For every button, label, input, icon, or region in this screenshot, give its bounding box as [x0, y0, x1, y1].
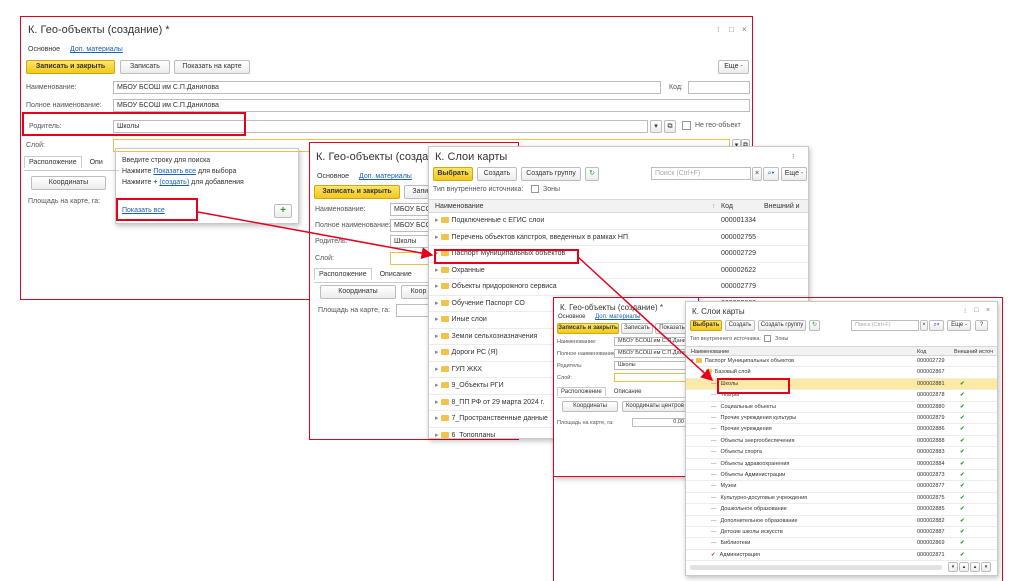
arrow-to-schools: [577, 256, 714, 382]
arrow-to-passport: [197, 211, 434, 260]
annotation-arrows: [197, 211, 714, 382]
